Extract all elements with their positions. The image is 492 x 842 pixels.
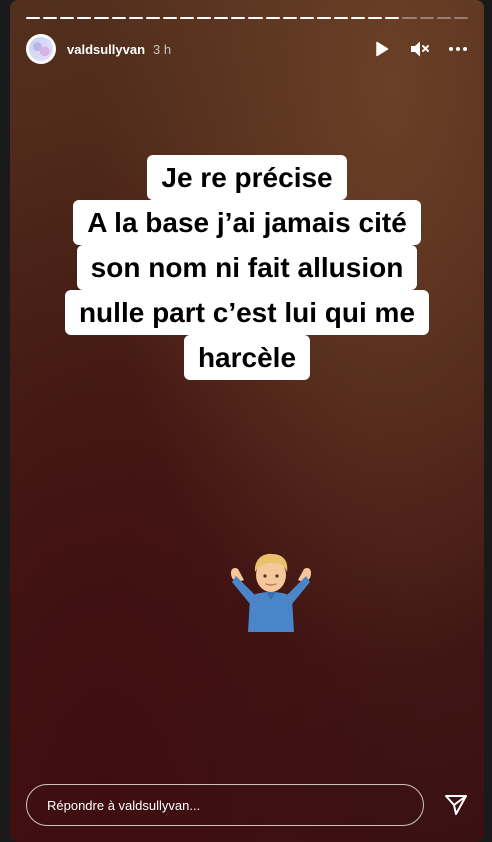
progress-segment [248, 17, 263, 19]
mute-button[interactable] [410, 39, 430, 59]
more-button[interactable] [448, 39, 468, 59]
more-icon [449, 47, 467, 51]
play-icon [376, 41, 389, 57]
story-viewer[interactable]: valdsullyvan 3 h Je re précise A la base… [10, 0, 484, 842]
progress-segment [26, 17, 41, 19]
story-footer: Répondre à valdsullyvan... [26, 783, 468, 827]
progress-segment [436, 17, 451, 19]
progress-segment [197, 17, 212, 19]
progress-segment [402, 17, 417, 19]
progress-segment [333, 17, 349, 19]
story-progress-bar [26, 17, 468, 20]
progress-segment [43, 17, 58, 19]
story-header: valdsullyvan 3 h [26, 33, 468, 65]
progress-segment [128, 17, 143, 19]
caption-line: son nom ni fait allusion [76, 245, 418, 290]
mute-icon [411, 41, 429, 57]
progress-segment [77, 17, 92, 19]
caption-line: nulle part c’est lui qui me [64, 290, 430, 335]
progress-segment [385, 17, 400, 19]
send-icon [445, 795, 467, 815]
caption-line: harcèle [183, 335, 311, 380]
send-button[interactable] [424, 783, 468, 827]
caption-line: A la base j’ai jamais cité [73, 200, 421, 245]
progress-segment [231, 17, 246, 19]
progress-segment [453, 17, 468, 19]
story-controls [372, 39, 468, 59]
timestamp: 3 h [153, 41, 172, 57]
progress-segment [299, 17, 314, 19]
username[interactable]: valdsullyvan [67, 42, 145, 57]
progress-segment [179, 17, 195, 19]
progress-segment [368, 17, 383, 19]
progress-segment [265, 17, 280, 19]
progress-segment [162, 17, 177, 19]
progress-segment [351, 17, 366, 19]
progress-segment [419, 17, 434, 19]
avatar-image [29, 37, 53, 61]
progress-segment [316, 17, 331, 19]
play-button[interactable] [372, 39, 392, 59]
progress-segment [282, 17, 297, 19]
person-shrugging-emoji [230, 553, 312, 632]
progress-segment [214, 17, 229, 19]
story-caption: Je re précise A la base j’ai jamais cité… [10, 155, 484, 380]
progress-segment [94, 17, 109, 19]
caption-line: Je re précise [147, 155, 347, 200]
progress-segment [60, 17, 75, 19]
reply-placeholder: Répondre à valdsullyvan... [47, 797, 201, 813]
avatar[interactable] [26, 34, 56, 64]
progress-segment [111, 17, 126, 19]
progress-segment [145, 17, 160, 19]
reply-input[interactable]: Répondre à valdsullyvan... [26, 784, 424, 826]
